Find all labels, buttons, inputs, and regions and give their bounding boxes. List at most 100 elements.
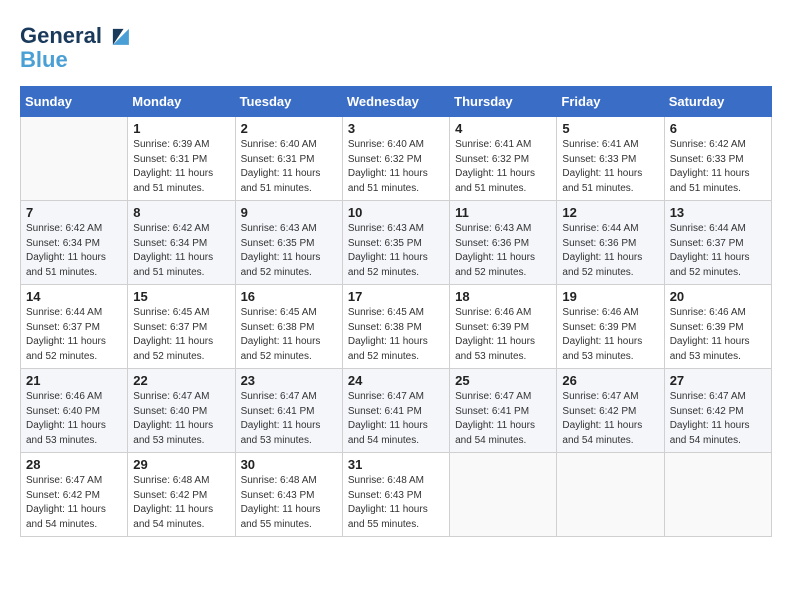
day-number: 2 xyxy=(241,121,337,136)
day-cell: 3Sunrise: 6:40 AMSunset: 6:32 PMDaylight… xyxy=(342,117,449,201)
day-info: Sunrise: 6:46 AMSunset: 6:39 PMDaylight:… xyxy=(562,306,658,364)
day-number: 22 xyxy=(133,373,229,388)
day-number: 15 xyxy=(133,289,229,304)
day-number: 17 xyxy=(348,289,444,304)
day-cell: 17 Sunrise: 6:45 AMSunset: 6:38 PMDayligh… xyxy=(342,285,449,369)
day-number: 7 xyxy=(26,205,122,220)
day-info: Sunrise: 6:39 AMSunset: 6:31 PMDaylight:… xyxy=(133,138,229,196)
day-cell: 4Sunrise: 6:41 AMSunset: 6:32 PMDaylight… xyxy=(450,117,557,201)
day-number: 10 xyxy=(348,205,444,220)
day-cell: 29Sunrise: 6:48 AMSunset: 6:42 PMDayligh… xyxy=(128,453,235,537)
logo: General Blue xyxy=(20,20,136,72)
day-cell: 13Sunrise: 6:44 AMSunset: 6:37 PMDayligh… xyxy=(664,201,771,285)
day-info: Sunrise: 6:42 AMSunset: 6:34 PMDaylight:… xyxy=(26,222,122,280)
day-info: Sunrise: 6:43 AMSunset: 6:35 PMDaylight:… xyxy=(241,222,337,280)
day-cell: 16Sunrise: 6:45 AMSunset: 6:38 PMDayligh… xyxy=(235,285,342,369)
header: General Blue xyxy=(20,20,772,72)
day-cell: 30 Sunrise: 6:48 AMSunset: 6:43 PMDayligh… xyxy=(235,453,342,537)
day-number: 25 xyxy=(455,373,551,388)
day-cell: 11 Sunrise: 6:43 AMSunset: 6:36 PMDayligh… xyxy=(450,201,557,285)
day-cell: 2 Sunrise: 6:40 AMSunset: 6:31 PMDaylight… xyxy=(235,117,342,201)
day-number: 20 xyxy=(670,289,766,304)
day-info: Sunrise: 6:48 AMSunset: 6:43 PMDaylight:… xyxy=(241,474,337,532)
day-info: Sunrise: 6:47 AMSunset: 6:41 PMDaylight:… xyxy=(241,390,337,448)
day-info: Sunrise: 6:45 AMSunset: 6:38 PMDaylight:… xyxy=(348,306,444,364)
day-info: Sunrise: 6:40 AMSunset: 6:31 PMDaylight:… xyxy=(241,138,337,196)
day-number: 6 xyxy=(670,121,766,136)
weekday-header-wednesday: Wednesday xyxy=(342,87,449,117)
day-info: Sunrise: 6:48 AMSunset: 6:43 PMDaylight:… xyxy=(348,474,444,532)
day-cell: 20 Sunrise: 6:46 AMSunset: 6:39 PMDayligh… xyxy=(664,285,771,369)
weekday-header-sunday: Sunday xyxy=(21,87,128,117)
weekday-header-saturday: Saturday xyxy=(664,87,771,117)
week-row-1: 1Sunrise: 6:39 AMSunset: 6:31 PMDaylight… xyxy=(21,117,772,201)
day-cell: 5 Sunrise: 6:41 AMSunset: 6:33 PMDaylight… xyxy=(557,117,664,201)
day-number: 28 xyxy=(26,457,122,472)
day-cell: 8 Sunrise: 6:42 AMSunset: 6:34 PMDaylight… xyxy=(128,201,235,285)
day-info: Sunrise: 6:46 AMSunset: 6:39 PMDaylight:… xyxy=(670,306,766,364)
weekday-header-thursday: Thursday xyxy=(450,87,557,117)
day-info: Sunrise: 6:42 AMSunset: 6:33 PMDaylight:… xyxy=(670,138,766,196)
day-cell: 7 Sunrise: 6:42 AMSunset: 6:34 PMDaylight… xyxy=(21,201,128,285)
day-info: Sunrise: 6:47 AMSunset: 6:41 PMDaylight:… xyxy=(455,390,551,448)
day-cell: 23Sunrise: 6:47 AMSunset: 6:41 PMDayligh… xyxy=(235,369,342,453)
day-cell xyxy=(557,453,664,537)
day-info: Sunrise: 6:47 AMSunset: 6:42 PMDaylight:… xyxy=(670,390,766,448)
day-number: 30 xyxy=(241,457,337,472)
week-row-2: 7 Sunrise: 6:42 AMSunset: 6:34 PMDaylight… xyxy=(21,201,772,285)
calendar: SundayMondayTuesdayWednesdayThursdayFrid… xyxy=(20,86,772,537)
day-number: 12 xyxy=(562,205,658,220)
day-number: 26 xyxy=(562,373,658,388)
day-cell xyxy=(450,453,557,537)
page: General Blue SundayMondayTuesdayWednesda… xyxy=(0,0,792,612)
day-cell xyxy=(664,453,771,537)
day-info: Sunrise: 6:44 AMSunset: 6:36 PMDaylight:… xyxy=(562,222,658,280)
day-info: Sunrise: 6:40 AMSunset: 6:32 PMDaylight:… xyxy=(348,138,444,196)
week-row-3: 14 Sunrise: 6:44 AMSunset: 6:37 PMDayligh… xyxy=(21,285,772,369)
day-number: 21 xyxy=(26,373,122,388)
week-row-4: 21Sunrise: 6:46 AMSunset: 6:40 PMDayligh… xyxy=(21,369,772,453)
day-number: 8 xyxy=(133,205,229,220)
day-cell: 22 Sunrise: 6:47 AMSunset: 6:40 PMDayligh… xyxy=(128,369,235,453)
day-cell: 25 Sunrise: 6:47 AMSunset: 6:41 PMDayligh… xyxy=(450,369,557,453)
day-cell: 9 Sunrise: 6:43 AMSunset: 6:35 PMDaylight… xyxy=(235,201,342,285)
day-info: Sunrise: 6:41 AMSunset: 6:32 PMDaylight:… xyxy=(455,138,551,196)
day-info: Sunrise: 6:47 AMSunset: 6:42 PMDaylight:… xyxy=(562,390,658,448)
day-cell: 1Sunrise: 6:39 AMSunset: 6:31 PMDaylight… xyxy=(128,117,235,201)
logo-blue-text: Blue xyxy=(20,48,68,72)
day-number: 5 xyxy=(562,121,658,136)
logo-icon xyxy=(104,20,136,52)
day-info: Sunrise: 6:47 AMSunset: 6:40 PMDaylight:… xyxy=(133,390,229,448)
day-info: Sunrise: 6:44 AMSunset: 6:37 PMDaylight:… xyxy=(26,306,122,364)
day-cell: 28 Sunrise: 6:47 AMSunset: 6:42 PMDayligh… xyxy=(21,453,128,537)
day-number: 27 xyxy=(670,373,766,388)
day-info: Sunrise: 6:42 AMSunset: 6:34 PMDaylight:… xyxy=(133,222,229,280)
day-number: 14 xyxy=(26,289,122,304)
day-cell: 6 Sunrise: 6:42 AMSunset: 6:33 PMDaylight… xyxy=(664,117,771,201)
week-row-5: 28 Sunrise: 6:47 AMSunset: 6:42 PMDayligh… xyxy=(21,453,772,537)
day-cell: 10Sunrise: 6:43 AMSunset: 6:35 PMDayligh… xyxy=(342,201,449,285)
day-cell: 26 Sunrise: 6:47 AMSunset: 6:42 PMDayligh… xyxy=(557,369,664,453)
day-cell: 31 Sunrise: 6:48 AMSunset: 6:43 PMDayligh… xyxy=(342,453,449,537)
day-number: 31 xyxy=(348,457,444,472)
day-number: 19 xyxy=(562,289,658,304)
weekday-header-monday: Monday xyxy=(128,87,235,117)
day-number: 24 xyxy=(348,373,444,388)
weekday-header-row: SundayMondayTuesdayWednesdayThursdayFrid… xyxy=(21,87,772,117)
day-cell: 18Sunrise: 6:46 AMSunset: 6:39 PMDayligh… xyxy=(450,285,557,369)
day-cell: 12 Sunrise: 6:44 AMSunset: 6:36 PMDayligh… xyxy=(557,201,664,285)
day-cell: 15 Sunrise: 6:45 AMSunset: 6:37 PMDayligh… xyxy=(128,285,235,369)
day-info: Sunrise: 6:43 AMSunset: 6:36 PMDaylight:… xyxy=(455,222,551,280)
day-info: Sunrise: 6:45 AMSunset: 6:37 PMDaylight:… xyxy=(133,306,229,364)
weekday-header-friday: Friday xyxy=(557,87,664,117)
weekday-header-tuesday: Tuesday xyxy=(235,87,342,117)
day-info: Sunrise: 6:41 AMSunset: 6:33 PMDaylight:… xyxy=(562,138,658,196)
day-number: 11 xyxy=(455,205,551,220)
day-cell: 27 Sunrise: 6:47 AMSunset: 6:42 PMDayligh… xyxy=(664,369,771,453)
day-info: Sunrise: 6:47 AMSunset: 6:42 PMDaylight:… xyxy=(26,474,122,532)
day-cell: 24Sunrise: 6:47 AMSunset: 6:41 PMDayligh… xyxy=(342,369,449,453)
day-number: 9 xyxy=(241,205,337,220)
day-number: 13 xyxy=(670,205,766,220)
day-number: 18 xyxy=(455,289,551,304)
day-info: Sunrise: 6:45 AMSunset: 6:38 PMDaylight:… xyxy=(241,306,337,364)
